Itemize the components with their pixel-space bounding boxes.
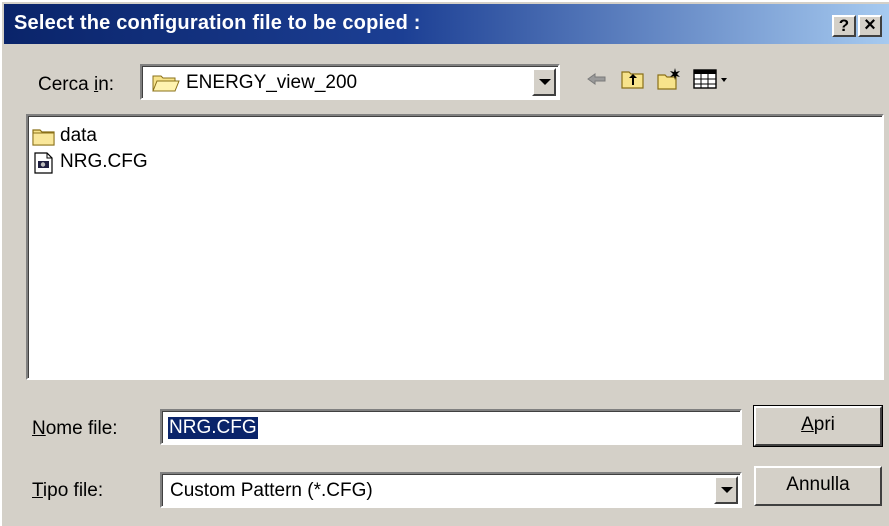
filetype-dropdown[interactable]: Custom Pattern (*.CFG) — [160, 472, 742, 508]
lookin-label: Cerca in: — [38, 74, 115, 95]
file-open-dialog: Select the configuration file to be copi… — [0, 0, 889, 526]
folder-open-icon — [152, 75, 180, 92]
title-bar[interactable]: Select the configuration file to be copi… — [4, 4, 889, 44]
filename-input[interactable]: NRG.CFG — [160, 409, 742, 445]
filetype-label: Tipo file: — [32, 480, 104, 501]
view-menu-icon[interactable] — [692, 66, 732, 92]
window-title: Select the configuration file to be copi… — [14, 12, 421, 34]
list-item-label: NRG.CFG — [60, 151, 148, 172]
lookin-value: ENERGY_view_200 — [186, 72, 358, 93]
lookin-dropdown[interactable]: ENERGY_view_200 — [140, 64, 560, 100]
open-button[interactable]: Apri — [753, 405, 883, 447]
filetype-value: Custom Pattern (*.CFG) — [170, 480, 373, 501]
cancel-button[interactable]: Annulla — [754, 466, 882, 506]
back-arrow-icon[interactable] — [584, 66, 610, 92]
up-folder-icon[interactable] — [620, 66, 646, 92]
file-list[interactable]: data NRG.CFG — [26, 114, 884, 380]
cfg-file-icon — [34, 152, 53, 174]
close-button[interactable]: × — [858, 15, 882, 37]
filename-value: NRG.CFG — [168, 417, 258, 439]
help-button[interactable]: ? — [832, 15, 856, 37]
new-folder-icon[interactable] — [656, 66, 682, 92]
folder-icon — [32, 129, 55, 146]
filetype-dropdown-button[interactable] — [714, 476, 738, 504]
list-item-label: data — [60, 125, 97, 146]
lookin-dropdown-button[interactable] — [532, 68, 556, 96]
filename-label: Nome file: — [32, 418, 118, 439]
